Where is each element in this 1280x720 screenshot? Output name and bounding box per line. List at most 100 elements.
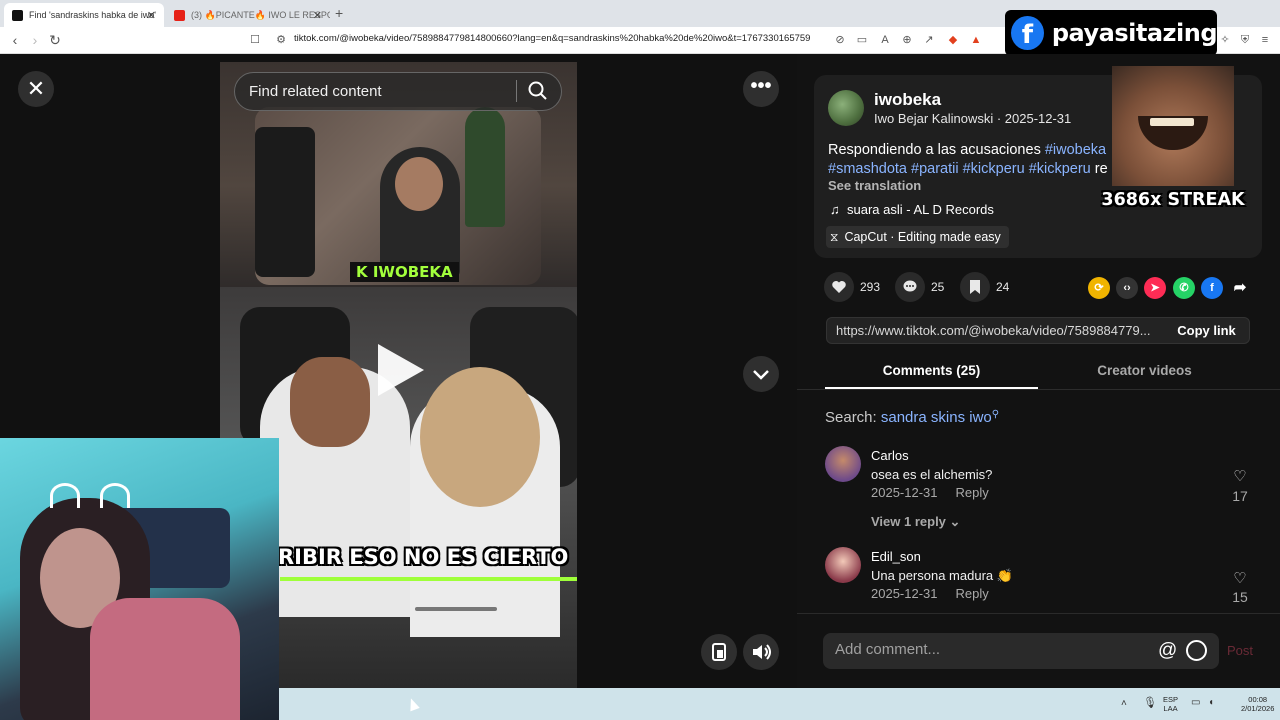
facebook-page-name: payasitazing <box>1051 19 1218 47</box>
related-search-input[interactable] <box>249 83 509 100</box>
sparkle-icon[interactable]: ✧ <box>1218 33 1232 47</box>
forward-icon[interactable]: › <box>25 31 45 49</box>
menu-icon[interactable]: ≡ <box>1258 33 1272 47</box>
chevron-up-icon[interactable]: ˄ <box>1121 698 1127 709</box>
save-count: 24 <box>996 280 1010 294</box>
comment-date: 2025-12-31 <box>871 586 938 601</box>
comment-date: 2025-12-31 <box>871 485 938 500</box>
keyboard-language[interactable]: ESP LAA <box>1163 695 1178 713</box>
like-count: 293 <box>860 280 881 294</box>
desc-tail: re <box>1090 161 1108 177</box>
comment-icon <box>895 272 925 302</box>
rewards-icon[interactable]: ▲ <box>969 33 983 47</box>
bookmark-icon[interactable]: ☐ <box>248 33 262 47</box>
streamer-shirt <box>90 598 240 720</box>
cast-icon[interactable]: ▭ <box>855 33 869 47</box>
video-progress-handle[interactable] <box>415 607 497 611</box>
repost-icon[interactable]: ⟳ <box>1088 277 1110 299</box>
tab-creator-videos[interactable]: Creator videos <box>1038 363 1251 378</box>
browser-tab-youtube[interactable]: (3) 🔥PICANTE🔥 IWO LE RESPONDE ✕ <box>166 3 330 27</box>
clock-date: 2/01/2026 <box>1241 704 1275 713</box>
comment-like-count: 15 <box>1232 589 1248 605</box>
tab-close-icon[interactable]: ✕ <box>147 9 156 22</box>
comment-search-hint: Search: sandra skins iwo⚲ <box>825 409 999 426</box>
tab-active-underline <box>825 387 1038 389</box>
whatsapp-icon[interactable]: ✆ <box>1173 277 1195 299</box>
comment-like-count: 17 <box>1232 488 1248 504</box>
new-tab-button[interactable]: + <box>335 5 343 21</box>
lang-line2: LAA <box>1163 704 1178 713</box>
hashtag-link[interactable]: #iwobeka <box>1045 142 1106 158</box>
clock-time: 00:08 <box>1248 695 1268 704</box>
tab-close-icon[interactable]: ✕ <box>313 9 322 22</box>
capcut-anchor[interactable]: ⧖ CapCut · Editing made easy <box>826 226 1009 248</box>
reply-button[interactable]: Reply <box>956 485 989 500</box>
cat-ear-left <box>50 483 80 508</box>
capcut-icon: ⧖ <box>830 230 839 244</box>
back-icon[interactable]: ‹ <box>5 31 25 49</box>
reload-icon[interactable]: ↻ <box>45 31 65 49</box>
streak-label: 3686x STREAK <box>1101 190 1245 210</box>
reply-button[interactable]: Reply <box>956 586 989 601</box>
microphone-icon[interactable]: 🎙 <box>1143 696 1157 709</box>
mention-icon[interactable]: @ <box>1158 640 1177 662</box>
comment-like-icon[interactable]: ♡ <box>1231 467 1249 485</box>
clock[interactable]: 00:08 2/01/2026 <box>1241 695 1274 713</box>
close-button[interactable]: ✕ <box>18 71 54 107</box>
comment-input[interactable] <box>835 641 1145 658</box>
kick-tag: K IWOBEKA <box>350 262 459 282</box>
see-translation-link[interactable]: See translation <box>828 178 921 193</box>
youtube-favicon-icon <box>174 9 185 21</box>
volume-icon <box>753 644 771 660</box>
url-field[interactable]: tiktok.com/@iwobeka/video/75898847798148… <box>294 33 810 44</box>
more-share-icon[interactable]: ➦ <box>1229 277 1251 299</box>
author-avatar[interactable] <box>828 90 864 126</box>
search-divider <box>516 80 517 102</box>
music-link[interactable]: ♫ suara asli - AL D Records <box>830 202 994 217</box>
play-icon[interactable] <box>378 344 424 396</box>
network-icon[interactable]: ▭ <box>1191 697 1200 708</box>
author-username[interactable]: iwobeka <box>874 90 941 110</box>
zoom-icon[interactable]: ⊕ <box>900 33 914 47</box>
translate-icon[interactable]: A <box>878 33 892 47</box>
video-link[interactable]: https://www.tiktok.com/@iwobeka/video/75… <box>836 323 1161 338</box>
christmas-tree <box>465 107 505 227</box>
commenter-avatar[interactable] <box>825 446 861 482</box>
send-icon[interactable]: ➤ <box>1144 277 1166 299</box>
facebook-share-icon[interactable]: f <box>1201 277 1223 299</box>
search-query-link[interactable]: sandra skins iwo <box>881 409 992 426</box>
search-icon[interactable] <box>527 80 549 102</box>
tab-title: (3) 🔥PICANTE🔥 IWO LE RESPONDE <box>191 9 330 20</box>
like-button[interactable]: 293 <box>824 272 881 302</box>
desc-text: Respondiendo a las acusaciones <box>828 142 1045 158</box>
commenter-avatar[interactable] <box>825 547 861 583</box>
comment-button[interactable]: 25 <box>895 272 944 302</box>
commenter-name[interactable]: Edil_son <box>871 549 921 564</box>
brave-shield-icon[interactable]: ◆ <box>946 33 960 47</box>
caption-bar <box>280 577 577 581</box>
capcut-label: CapCut · Editing made easy <box>844 230 1001 244</box>
site-settings-icon[interactable]: ⚙ <box>274 33 288 47</box>
next-video-button[interactable] <box>743 356 779 392</box>
vpn-icon[interactable]: ⛨ <box>1238 33 1252 47</box>
view-replies-button[interactable]: View 1 reply ⌄ <box>871 514 960 530</box>
browser-tab-tiktok[interactable]: Find 'sandraskins habka de iwo' ✕ <box>4 3 164 27</box>
more-options-button[interactable]: ••• <box>743 71 779 107</box>
chevron-down-icon: ⌄ <box>949 514 961 529</box>
share-icon[interactable]: ↗ <box>922 33 936 47</box>
speaker-icon[interactable]: ◖ <box>1208 697 1214 708</box>
post-comment-button[interactable]: Post <box>1227 643 1253 658</box>
tabs-divider <box>797 389 1280 390</box>
comment-like-icon[interactable]: ♡ <box>1231 569 1249 587</box>
emoji-icon[interactable] <box>1186 640 1207 661</box>
tracking-icon[interactable]: ⊘ <box>833 33 847 47</box>
tab-comments[interactable]: Comments (25) <box>825 363 1038 378</box>
embed-icon[interactable]: ‹› <box>1116 277 1138 299</box>
device-icon <box>712 643 726 661</box>
copy-link-button[interactable]: Copy link <box>1163 317 1250 344</box>
volume-button[interactable] <box>743 634 779 670</box>
hashtag-links[interactable]: #smashdota #paratii #kickperu #kickperu <box>828 161 1091 177</box>
save-button[interactable]: 24 <box>960 272 1010 302</box>
floating-player-button[interactable] <box>701 634 737 670</box>
commenter-name[interactable]: Carlos <box>871 448 909 463</box>
